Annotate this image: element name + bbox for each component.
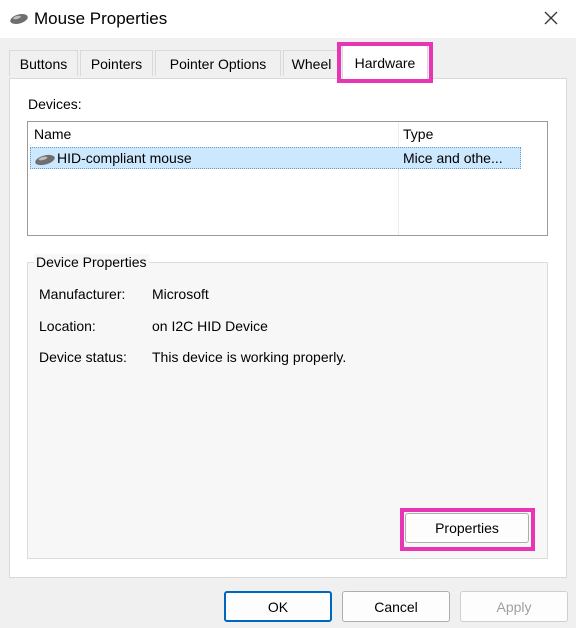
device-status-label: Device status:: [39, 349, 127, 365]
location-value: on I2C HID Device: [152, 318, 268, 334]
location-label: Location:: [39, 318, 96, 334]
manufacturer-value: Microsoft: [152, 286, 209, 302]
properties-button[interactable]: Properties: [405, 513, 529, 543]
device-type: Mice and othe...: [403, 150, 503, 166]
device-name: HID-compliant mouse: [57, 150, 192, 166]
tab-buttons[interactable]: Buttons: [9, 50, 78, 76]
list-item[interactable]: HID-compliant mouse Mice and othe...: [30, 147, 521, 169]
mouse-icon: [34, 153, 56, 169]
tab-pointer-options[interactable]: Pointer Options: [155, 50, 281, 76]
device-status-value: This device is working properly.: [152, 349, 347, 365]
tab-hardware[interactable]: Hardware: [342, 45, 428, 79]
devices-label: Devices:: [28, 96, 82, 112]
tab-pointers[interactable]: Pointers: [80, 50, 153, 76]
manufacturer-label: Manufacturer:: [39, 286, 126, 302]
column-separator: [398, 122, 399, 235]
close-button[interactable]: [526, 0, 576, 38]
column-header-name[interactable]: Name: [34, 126, 71, 142]
apply-button[interactable]: Apply: [460, 591, 568, 622]
mouse-icon: [9, 12, 29, 28]
title-bar: Mouse Properties: [0, 0, 576, 38]
devices-list[interactable]: Name Type HID-compliant mouse Mice and o…: [27, 121, 548, 236]
cancel-button[interactable]: Cancel: [342, 591, 450, 622]
window-title: Mouse Properties: [34, 9, 168, 28]
group-title: Device Properties: [34, 254, 149, 270]
column-header-type[interactable]: Type: [403, 126, 433, 142]
tab-wheel[interactable]: Wheel: [283, 50, 340, 76]
ok-button[interactable]: OK: [224, 591, 332, 622]
close-icon: [544, 11, 558, 28]
